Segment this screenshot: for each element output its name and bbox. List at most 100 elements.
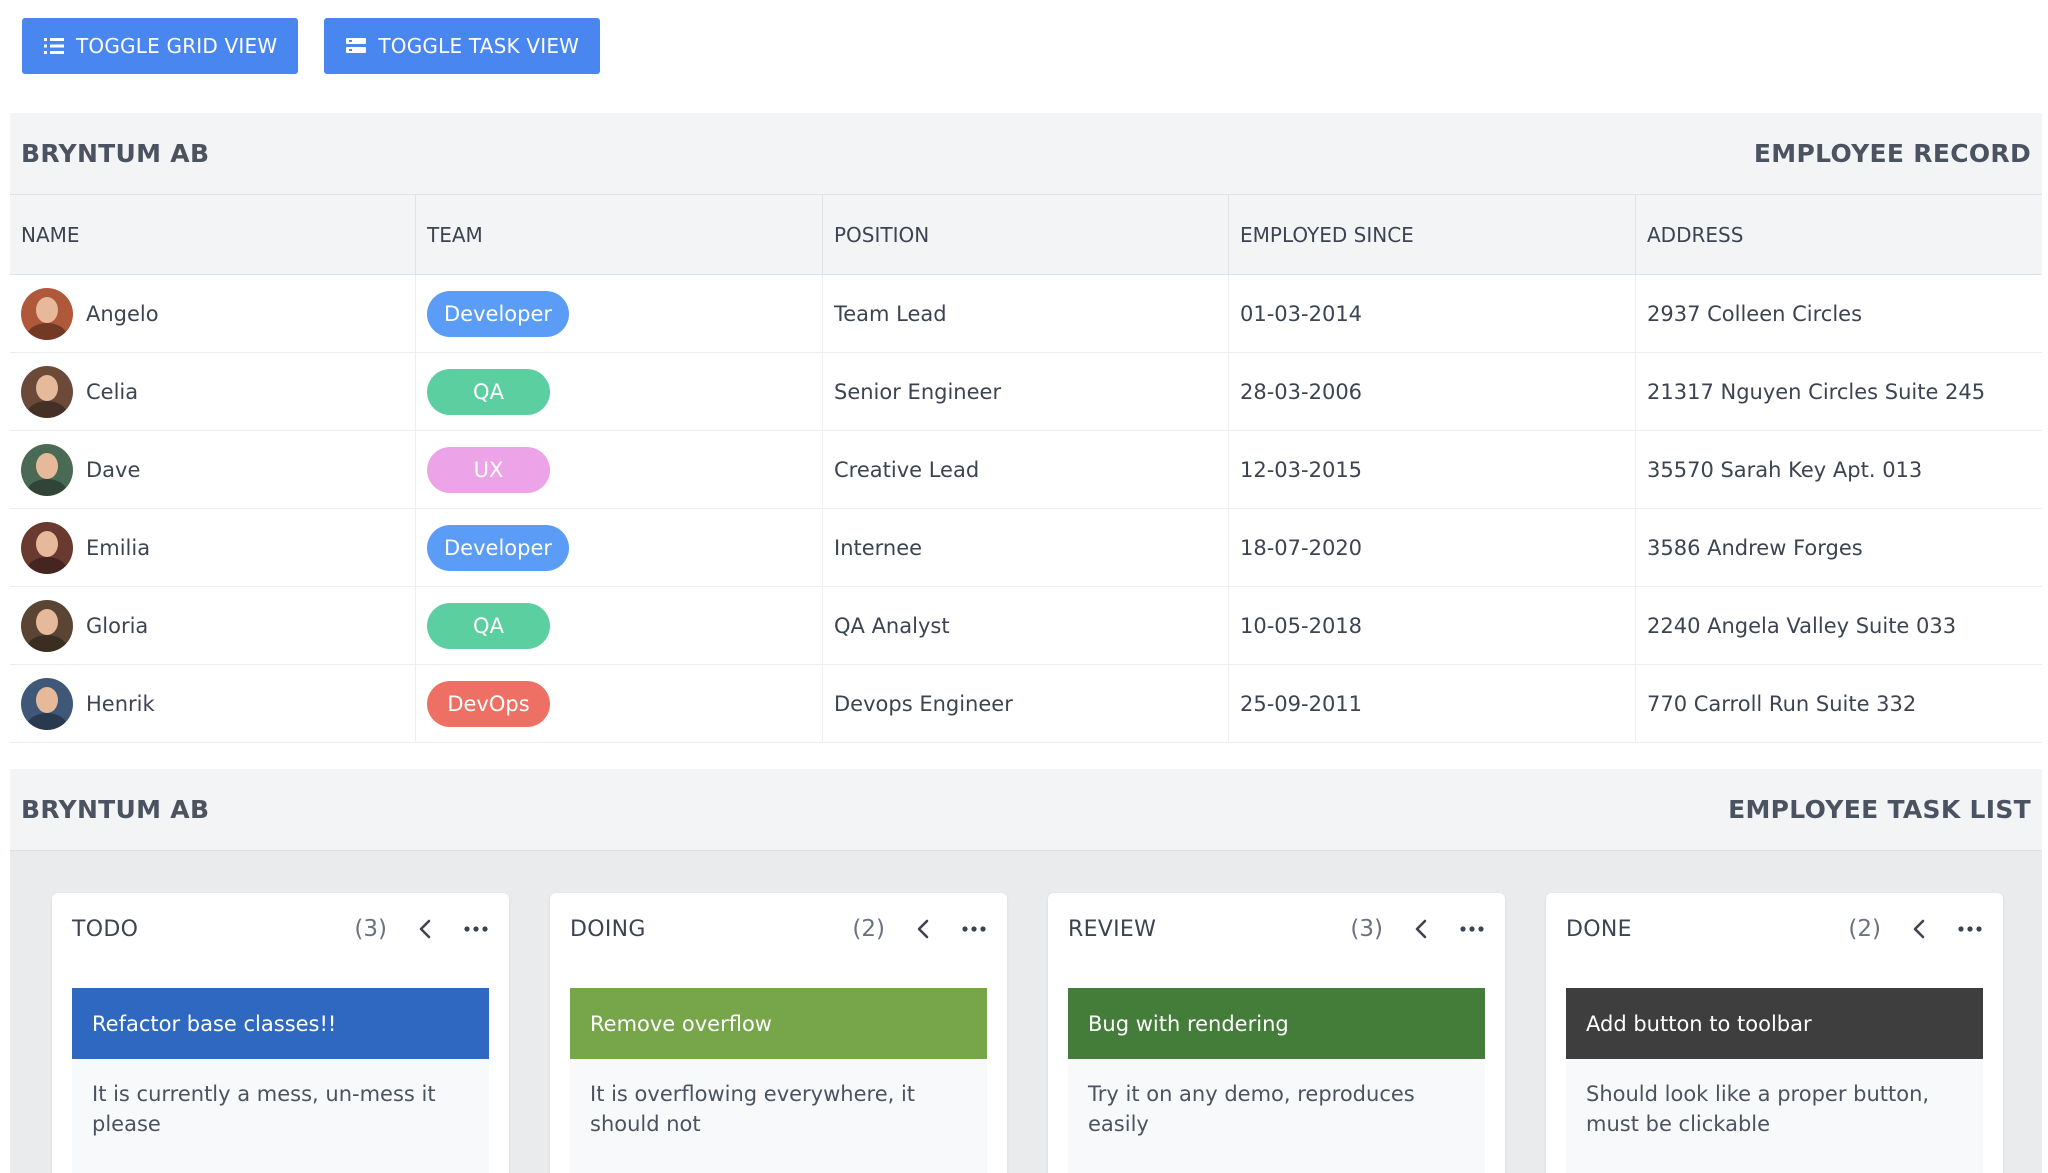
more-icon[interactable] (1957, 917, 1983, 941)
more-icon[interactable] (463, 917, 489, 941)
avatar (21, 365, 73, 418)
name-cell: Emilia (10, 509, 416, 586)
board-task-list-title: EMPLOYEE TASK LIST (1728, 795, 2031, 824)
table-row[interactable]: Dave UX Creative Lead 12-03-2015 35570 Sarah… (10, 431, 2042, 509)
employee-name: Henrik (86, 691, 155, 716)
task-board-panel: BRYNTUM AB EMPLOYEE TASK LIST TODO (3) Ref… (10, 769, 2042, 1173)
column-title: DONE (1566, 916, 1632, 942)
employed-since-cell: 28-03-2006 (1229, 353, 1636, 430)
team-cell: DevOps (416, 665, 823, 742)
grid-column-headers: NAME TEAM POSITION EMPLOYED SINCE ADDRES… (10, 195, 2042, 275)
team-badge: UX (427, 446, 550, 493)
team-cell: QA (416, 587, 823, 664)
avatar (21, 287, 73, 340)
team-cell: Developer (416, 275, 823, 352)
column-review: REVIEW (3) Bug with rendering Try it on any… (1048, 893, 1505, 1173)
column-todo: TODO (3) Refactor base classes!! It is curr… (52, 893, 509, 1173)
position-cell: Senior Engineer (823, 353, 1229, 430)
table-row[interactable]: Gloria QA QA Analyst 10-05-2018 2240 Angela … (10, 587, 2042, 665)
table-row[interactable]: Celia QA Senior Engineer 28-03-2006 21317 Ng… (10, 353, 2042, 431)
employee-grid-panel: BRYNTUM AB EMPLOYEE RECORD NAME TEAM POS… (10, 113, 2042, 743)
toggle-grid-view-label: TOGGLE GRID VIEW (76, 34, 278, 58)
task-card[interactable]: Refactor base classes!! It is currently a… (72, 988, 489, 1173)
board-columns: TODO (3) Refactor base classes!! It is curr… (52, 893, 2003, 1173)
chevron-left-icon[interactable] (1911, 917, 1927, 941)
address-cell: 770 Carroll Run Suite 332 (1647, 691, 1917, 716)
more-icon[interactable] (1459, 917, 1485, 941)
toggle-task-view-button[interactable]: TOGGLE TASK VIEW (324, 18, 601, 74)
address-cell: 2937 Colleen Circles (1647, 301, 1863, 326)
table-row[interactable]: Angelo Developer Team Lead 01-03-2014 2937 C… (10, 275, 2042, 353)
chevron-left-icon[interactable] (1413, 917, 1429, 941)
employed-since-cell: 12-03-2015 (1229, 431, 1636, 508)
employee-name: Emilia (86, 535, 151, 560)
column-done: DONE (2) Add button to toolbar Should look … (1546, 893, 2003, 1173)
board-panel-header: BRYNTUM AB EMPLOYEE TASK LIST (10, 769, 2042, 851)
position-cell: QA Analyst (823, 587, 1229, 664)
name-cell: Celia (10, 353, 416, 430)
column-header-position[interactable]: POSITION (823, 195, 1229, 274)
team-badge: DevOps (427, 680, 550, 727)
name-cell: Gloria (10, 587, 416, 664)
position-cell: Devops Engineer (823, 665, 1229, 742)
position-cell: Internee (823, 509, 1229, 586)
team-cell: UX (416, 431, 823, 508)
team-cell: Developer (416, 509, 823, 586)
more-icon[interactable] (961, 917, 987, 941)
table-row[interactable]: Henrik DevOps Devops Engineer 25-09-2011 770… (10, 665, 2042, 743)
chevron-left-icon[interactable] (915, 917, 931, 941)
column-count: (3) (1350, 916, 1383, 942)
table-row[interactable]: Emilia Developer Internee 18-07-2020 3586 An… (10, 509, 2042, 587)
employed-since-cell: 10-05-2018 (1229, 587, 1636, 664)
board-company-title: BRYNTUM AB (21, 795, 210, 824)
toggle-grid-view-button[interactable]: TOGGLE GRID VIEW (22, 18, 299, 74)
column-header: DOING (2) (550, 893, 1007, 965)
column-title: REVIEW (1068, 916, 1157, 942)
column-header-name[interactable]: NAME (10, 195, 416, 274)
name-cell: Dave (10, 431, 416, 508)
task-card[interactable]: Bug with rendering Try it on any demo, re… (1068, 988, 1485, 1173)
task-card-title: Refactor base classes!! (72, 988, 489, 1059)
task-card-title: Remove overflow (570, 988, 987, 1059)
team-badge: QA (427, 602, 550, 649)
avatar (21, 443, 73, 496)
team-cell: QA (416, 353, 823, 430)
column-header-team[interactable]: TEAM (416, 195, 823, 274)
employee-name: Angelo (86, 301, 159, 326)
column-count: (2) (852, 916, 885, 942)
chevron-left-icon[interactable] (417, 917, 433, 941)
column-header-employed-since[interactable]: EMPLOYED SINCE (1229, 195, 1636, 274)
column-title: TODO (72, 916, 139, 942)
column-header-address[interactable]: ADDRESS (1636, 195, 2042, 274)
address-cell: 3586 Andrew Forges (1647, 535, 1863, 560)
avatar (21, 599, 73, 652)
position-cell: Team Lead (823, 275, 1229, 352)
employed-since-cell: 01-03-2014 (1229, 275, 1636, 352)
task-card[interactable]: Remove overflow It is overflowing everywh… (570, 988, 987, 1173)
name-cell: Angelo (10, 275, 416, 352)
grid-record-title: EMPLOYEE RECORD (1753, 139, 2031, 168)
task-card-description: It is currently a mess, un-mess it pleas… (92, 1082, 436, 1136)
task-card-title: Add button to toolbar (1566, 988, 1983, 1059)
employed-since-cell: 25-09-2011 (1229, 665, 1636, 742)
layers-icon (346, 38, 367, 53)
name-cell: Henrik (10, 665, 416, 742)
column-header: REVIEW (3) (1048, 893, 1505, 965)
team-badge: Developer (427, 290, 570, 337)
grid-company-title: BRYNTUM AB (21, 139, 210, 168)
position-cell: Creative Lead (823, 431, 1229, 508)
avatar (21, 677, 73, 730)
column-doing: DOING (2) Remove overflow It is overflowing… (550, 893, 1007, 1173)
task-card-description: Should look like a proper button, must b… (1586, 1082, 1930, 1136)
employed-since-cell: 18-07-2020 (1229, 509, 1636, 586)
task-card-description: It is overflowing everywhere, it should … (590, 1082, 916, 1136)
grid-panel-header: BRYNTUM AB EMPLOYEE RECORD (10, 113, 2042, 195)
task-card[interactable]: Add button to toolbar Should look like a … (1566, 988, 1983, 1173)
avatar (21, 521, 73, 574)
team-badge: QA (427, 368, 550, 415)
grid-body: Angelo Developer Team Lead 01-03-2014 2937 C… (10, 275, 2042, 743)
address-cell: 35570 Sarah Key Apt. 013 (1647, 457, 1923, 482)
team-badge: Developer (427, 524, 570, 571)
column-count: (3) (354, 916, 387, 942)
column-title: DOING (570, 916, 646, 942)
